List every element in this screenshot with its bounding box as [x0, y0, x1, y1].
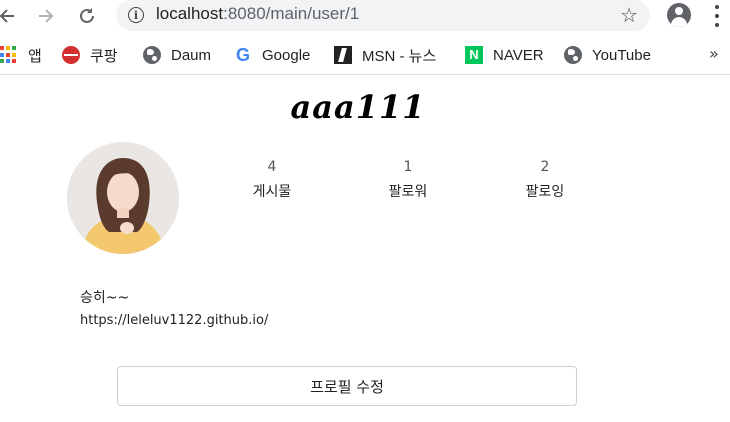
- globe-icon: [564, 46, 582, 64]
- bio-name: 승히~~: [80, 290, 130, 306]
- forward-arrow-icon[interactable]: [33, 3, 59, 29]
- msn-icon: [334, 46, 352, 64]
- bio-website-link[interactable]: https://leleluv1122.github.io/: [80, 313, 268, 328]
- profile-page: aaa111 4 게시물 1 팔로워 2 팔로잉 승히~~ https://le…: [0, 75, 730, 422]
- stat-following-count: 2: [540, 159, 550, 175]
- stat-followers-label: 팔로워: [388, 184, 428, 200]
- stat-posts-count: 4: [267, 159, 277, 175]
- bookmark-daum[interactable]: Daum: [143, 44, 211, 66]
- url-path: :8080/main/user/1: [223, 4, 360, 23]
- stat-followers[interactable]: 1 팔로워: [363, 159, 453, 201]
- stat-following[interactable]: 2 팔로잉: [500, 159, 590, 201]
- bookmark-label: 쿠팡: [90, 47, 118, 65]
- url-host: localhost: [156, 4, 224, 23]
- account-avatar-icon[interactable]: [667, 3, 691, 27]
- bookmark-label: YouTube: [592, 46, 651, 64]
- stat-posts-label: 게시물: [252, 184, 292, 200]
- site-info-icon[interactable]: i: [128, 7, 144, 23]
- stat-posts[interactable]: 4 게시물: [227, 159, 317, 201]
- bookmark-youtube[interactable]: YouTube: [564, 44, 651, 66]
- bookmark-apps[interactable]: 앱: [0, 44, 42, 66]
- coupang-icon: [62, 46, 80, 64]
- bookmark-label: Google: [262, 46, 311, 64]
- bookmark-star-icon[interactable]: ☆: [620, 3, 638, 27]
- google-icon: G: [235, 45, 250, 65]
- back-arrow-icon[interactable]: [0, 3, 20, 29]
- apps-grid-icon: [0, 46, 18, 64]
- bookmark-google[interactable]: G Google: [234, 44, 310, 66]
- bookmark-label: MSN - 뉴스: [362, 47, 437, 65]
- reload-icon[interactable]: [74, 3, 100, 29]
- bookmarks-bar: 앱 쿠팡 Daum G Google MSN - 뉴스 N NAVER YouT…: [0, 36, 730, 75]
- profile-avatar[interactable]: [67, 142, 179, 254]
- stat-followers-count: 1: [403, 159, 413, 175]
- browser-menu-icon[interactable]: [712, 5, 722, 27]
- bookmark-msn[interactable]: MSN - 뉴스: [334, 44, 436, 66]
- globe-icon: [143, 46, 161, 64]
- stat-following-label: 팔로잉: [525, 184, 565, 200]
- browser-toolbar: i localhost:8080/main/user/1 ☆: [0, 0, 730, 32]
- bookmark-label: NAVER: [493, 46, 544, 64]
- address-bar[interactable]: i localhost:8080/main/user/1 ☆: [116, 0, 650, 31]
- edit-profile-button[interactable]: 프로필 수정: [117, 366, 577, 406]
- profile-username: aaa111: [290, 88, 426, 126]
- naver-icon: N: [465, 46, 483, 64]
- url-text[interactable]: localhost:8080/main/user/1: [156, 4, 359, 24]
- bookmark-coupang[interactable]: 쿠팡: [62, 44, 118, 66]
- bookmark-label: 앱: [28, 47, 42, 65]
- bookmark-label: Daum: [171, 46, 212, 64]
- bookmark-naver[interactable]: N NAVER: [465, 44, 544, 66]
- more-bookmarks-button[interactable]: »: [709, 44, 719, 63]
